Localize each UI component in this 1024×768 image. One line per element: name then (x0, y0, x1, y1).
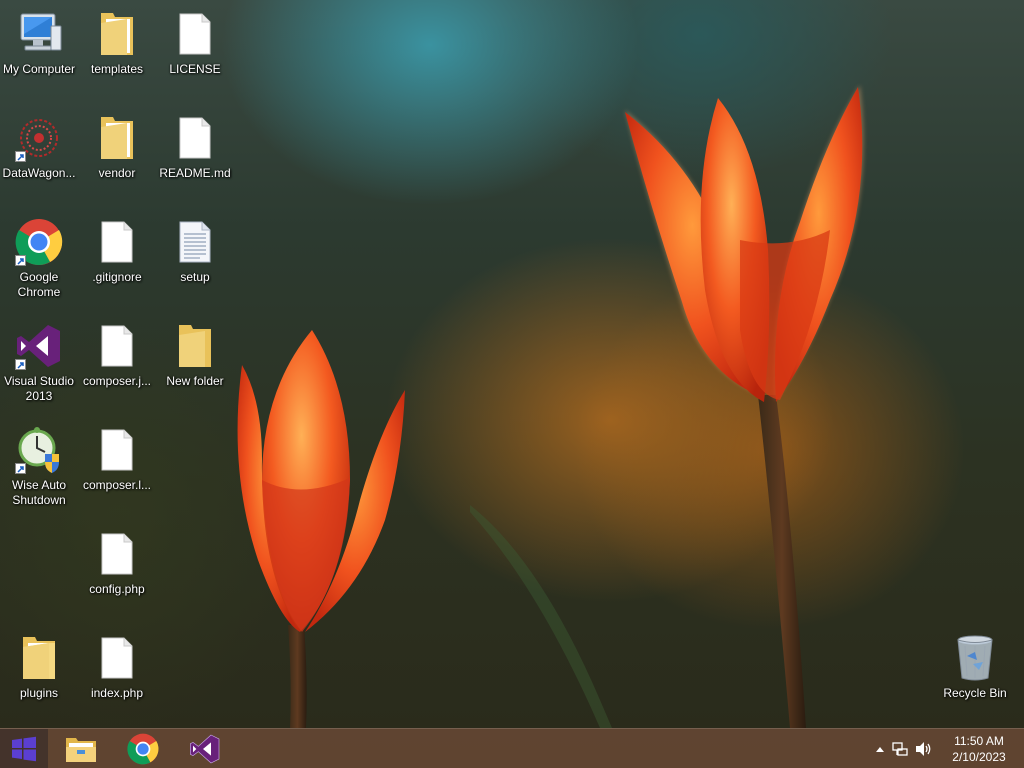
file-icon (169, 8, 221, 60)
file-icon (91, 424, 143, 476)
shortcut-arrow-icon (15, 151, 26, 162)
datawagon-icon (13, 112, 65, 164)
clock[interactable]: 11:50 AM 2/10/2023 (944, 733, 1014, 765)
clock-date: 2/10/2023 (952, 750, 1006, 764)
wise-auto-shutdown-icon (13, 424, 65, 476)
desktop-icon-label: Wise Auto Shutdown (11, 478, 67, 507)
desktop-icon-plugins[interactable]: plugins (0, 628, 78, 724)
desktop-icon-label: Google Chrome (17, 270, 61, 299)
desktop-icon-my-computer[interactable]: My Computer (0, 4, 78, 100)
desktop-icon-composer-lock[interactable]: composer.l... (78, 420, 156, 516)
recycle-bin-icon (949, 632, 1001, 684)
chrome-icon (127, 733, 159, 765)
shortcut-arrow-icon (15, 359, 26, 370)
desktop-icon-recycle-bin[interactable]: Recycle Bin (936, 628, 1014, 724)
desktop-icon-datawagon[interactable]: DataWagon... (0, 108, 78, 204)
desktop-icon-gitignore[interactable]: .gitignore (78, 212, 156, 308)
shortcut-arrow-icon (15, 255, 26, 266)
shortcut-arrow-icon (15, 463, 26, 474)
desktop-icon-config-php[interactable]: config.php (78, 524, 156, 620)
speaker-icon (916, 742, 931, 756)
desktop-icon-label: DataWagon... (2, 166, 76, 180)
desktop-icon-setup[interactable]: setup (156, 212, 234, 308)
taskbar-file-explorer[interactable] (58, 729, 104, 768)
visual-studio-icon (190, 734, 220, 764)
desktop-icon-readme[interactable]: README.md (156, 108, 234, 204)
desktop-icon-label: plugins (19, 686, 59, 700)
desktop-icon-label: Recycle Bin (943, 686, 1007, 700)
desktop[interactable]: My Computer DataWagon... Google Chrome V… (0, 0, 1024, 768)
folder-icon (91, 8, 143, 60)
visual-studio-icon (13, 320, 65, 372)
desktop-icon-visual-studio[interactable]: Visual Studio 2013 (0, 316, 78, 412)
file-icon (91, 632, 143, 684)
desktop-icon-templates[interactable]: templates (78, 4, 156, 100)
show-hidden-icons-button[interactable] (872, 729, 888, 768)
desktop-icon-vendor[interactable]: vendor (78, 108, 156, 204)
windows-logo-icon (12, 736, 36, 762)
desktop-icon-label: templates (90, 62, 144, 76)
folder-icon (169, 320, 221, 372)
desktop-icon-license[interactable]: LICENSE (156, 4, 234, 100)
taskbar: 11:50 AM 2/10/2023 (0, 728, 1024, 768)
desktop-icon-label: .gitignore (92, 270, 142, 284)
desktop-icon-index-php[interactable]: index.php (78, 628, 156, 724)
taskbar-visual-studio[interactable] (182, 729, 228, 768)
file-icon (169, 112, 221, 164)
volume-button[interactable] (912, 729, 936, 768)
desktop-icon-label: index.php (90, 686, 144, 700)
desktop-icon-label: config.php (89, 582, 145, 596)
desktop-icon-google-chrome[interactable]: Google Chrome (0, 212, 78, 308)
file-icon (91, 216, 143, 268)
desktop-icon-label: composer.j... (82, 374, 152, 388)
taskbar-chrome[interactable] (120, 729, 166, 768)
clock-time: 11:50 AM (954, 734, 1004, 748)
chevron-up-icon (876, 747, 884, 752)
desktop-icon-label: setup (180, 270, 210, 284)
desktop-icon-label: vendor (98, 166, 136, 180)
desktop-icon-composer-json[interactable]: composer.j... (78, 316, 156, 412)
desktop-icon-label: Visual Studio 2013 (4, 374, 74, 403)
desktop-icon-label: composer.l... (82, 478, 152, 492)
file-explorer-icon (66, 738, 96, 762)
desktop-icon-wise-auto-shutdown[interactable]: Wise Auto Shutdown (0, 420, 78, 516)
start-button[interactable] (0, 729, 48, 768)
chrome-icon (13, 216, 65, 268)
desktop-icon-new-folder[interactable]: New folder (156, 316, 234, 412)
folder-icon (13, 632, 65, 684)
computer-icon (13, 8, 65, 60)
desktop-icon-label: My Computer (2, 62, 76, 76)
file-icon (91, 320, 143, 372)
file-icon (91, 528, 143, 580)
network-button[interactable] (888, 729, 912, 768)
desktop-icon-label: README.md (159, 166, 231, 180)
text-file-icon (169, 216, 221, 268)
desktop-icon-label: LICENSE (169, 62, 221, 76)
desktop-icon-label: New folder (166, 374, 224, 388)
system-tray (872, 729, 936, 768)
network-icon (892, 742, 908, 756)
folder-icon (91, 112, 143, 164)
